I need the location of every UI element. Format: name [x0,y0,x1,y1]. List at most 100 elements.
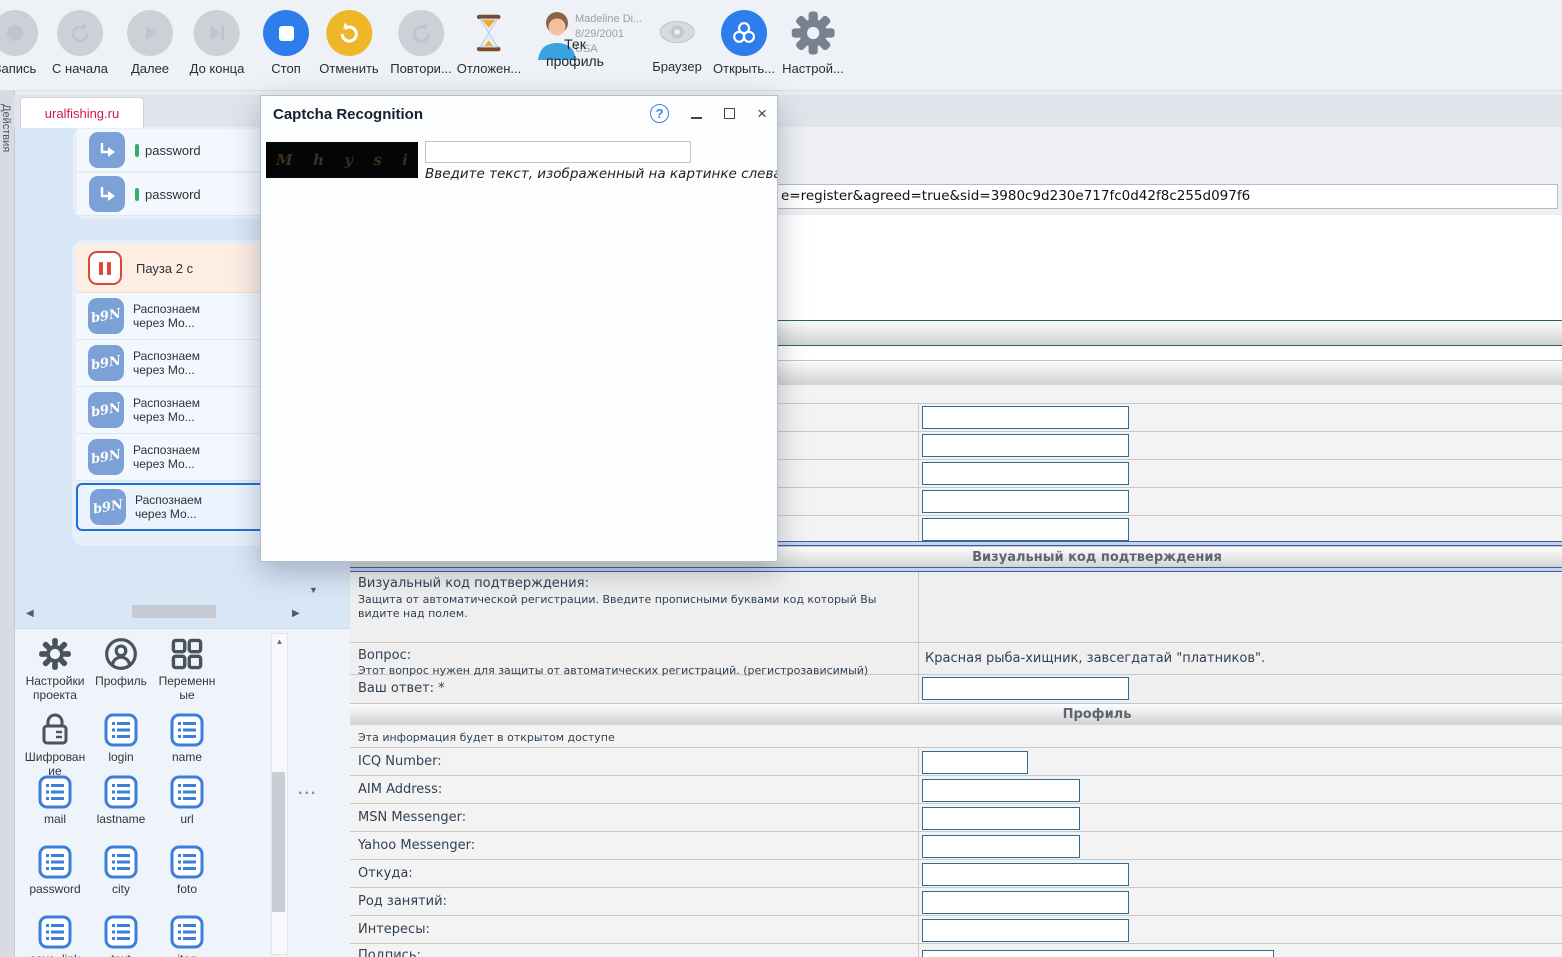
interests-input[interactable] [922,919,1129,942]
stop-button[interactable]: Стоп [263,10,309,76]
pause-label: Пауза 2 с [136,260,194,276]
browser-button[interactable]: Браузер [652,10,702,74]
question-label: Вопрос: [358,648,412,663]
deferred-label: Отложен... [456,61,522,76]
visual-code-label: Визуальный код подтверждения: [358,576,589,591]
var-label: foto [176,882,197,896]
block-label: Распознаем через Мо... [133,443,201,471]
var-label: password [29,882,81,896]
undo-button[interactable]: Отменить [319,10,379,76]
panel-splitter-dots[interactable]: ... [298,781,317,799]
help-icon[interactable]: ? [650,104,670,123]
stop-icon [263,10,309,56]
browser-label: Браузер [652,59,702,74]
url-value: e=register&agreed=true&sid=3980c9d230e71… [781,188,1251,204]
captcha-image-dark: M h y s i [266,142,418,178]
vars-scrollbar[interactable]: ▲ [271,633,288,955]
actions-side-tab-label: Действия [0,104,12,153]
hourglass-icon [474,10,504,56]
list-icon [38,915,72,949]
captcha-module-icon: b9N [88,345,124,381]
open-label: Открыть... [713,61,775,76]
close-icon[interactable]: × [757,105,767,122]
stop-label: Стоп [271,61,301,76]
to-end-label: До конца [189,61,245,76]
hscroll-thumb[interactable] [132,605,216,618]
open-button[interactable]: Открыть... [713,10,775,76]
var-label: lastname [96,812,146,826]
field-label: Yahoo Messenger: [358,838,476,853]
registration-field-1[interactable] [922,406,1129,429]
var-label: name [171,750,203,764]
hscroll-right-icon[interactable]: ▶ [292,608,300,619]
occupation-input[interactable] [922,891,1129,914]
visual-code-header: Визуальный код подтверждения [972,550,1222,565]
block-label: password [145,142,201,158]
var-label: city [112,882,130,896]
maximize-icon[interactable] [724,108,736,119]
hscroll-left-icon[interactable]: ◀ [26,608,34,619]
block-label: Распознаем через Мо... [133,396,201,424]
settings-button[interactable]: Настрой... [782,10,844,76]
field-label: MSN Messenger: [358,810,467,825]
list-icon [38,775,72,809]
tab-strip: uralfishing.ru [14,95,1562,128]
registration-field-3[interactable] [922,462,1129,485]
trefoil-icon [720,10,767,56]
tab-uralfishing[interactable]: uralfishing.ru [20,97,144,128]
actions-side-tab[interactable]: Действия [0,90,15,957]
variables-button[interactable]: Переменн ые [141,637,233,702]
undo-label: Отменить [319,61,379,76]
captcha-text-input[interactable] [425,141,691,163]
captcha-module-icon: b9N [88,439,124,475]
list-icon [104,775,138,809]
var-foto[interactable]: foto [141,845,233,896]
var-url[interactable]: url [141,775,233,826]
to-end-button[interactable]: До конца [189,10,245,76]
deferred-button[interactable]: Отложен... [456,10,522,76]
list-icon [104,845,138,879]
record-button[interactable]: Запись [0,10,38,76]
skip-end-icon [194,10,240,56]
location-input[interactable] [922,863,1129,886]
var-label: itog [177,952,196,957]
profile-name: Madeline Di... [575,13,643,25]
scroll-up-icon[interactable]: ▲ [272,637,287,646]
var-label: save_link [30,952,80,957]
vars-scroll-thumb[interactable] [272,772,285,912]
var-name[interactable]: name [141,713,233,764]
answer-input[interactable] [922,677,1129,700]
msn-input[interactable] [922,807,1080,830]
redo-button[interactable]: Повтори... [390,10,452,76]
var-itog[interactable]: itog [141,915,233,957]
registration-field-4[interactable] [922,490,1129,513]
visual-code-desc: Защита от автоматической регистрации. Вв… [358,593,877,620]
next-button[interactable]: Далее [127,10,173,76]
var-label: mail [43,812,66,826]
yahoo-input[interactable] [922,835,1080,858]
var-label: text [111,952,130,957]
canvas-scroll-down-icon[interactable]: ▼ [309,585,318,595]
captcha-recognition-dialog: Captcha Recognition ? × M h y s i Введит… [260,95,778,562]
record-label: Запись [0,61,37,76]
status-bar-icon [135,187,139,201]
registration-field-5[interactable] [922,518,1129,541]
registration-field-2[interactable] [922,434,1129,457]
main-toolbar: Запись С начала Далее До конца Стоп Отме… [0,0,1562,91]
block-label: password [145,186,201,202]
block-label: Распознаем через Мо... [135,493,203,521]
pause-icon [88,251,122,285]
restart-button[interactable]: С начала [52,10,108,76]
next-label: Далее [130,61,170,76]
minimize-icon[interactable] [691,116,703,119]
play-icon [127,10,173,56]
var-label: url [180,812,194,826]
set-value-icon [89,132,125,168]
captcha-hint-text: Введите текст, изображенный на картинке … [425,166,778,182]
var-label: login [108,750,134,764]
icq-input[interactable] [922,751,1028,774]
signature-input[interactable] [922,950,1274,957]
aim-input[interactable] [922,779,1080,802]
grid-icon [171,638,203,670]
list-icon [170,775,204,809]
